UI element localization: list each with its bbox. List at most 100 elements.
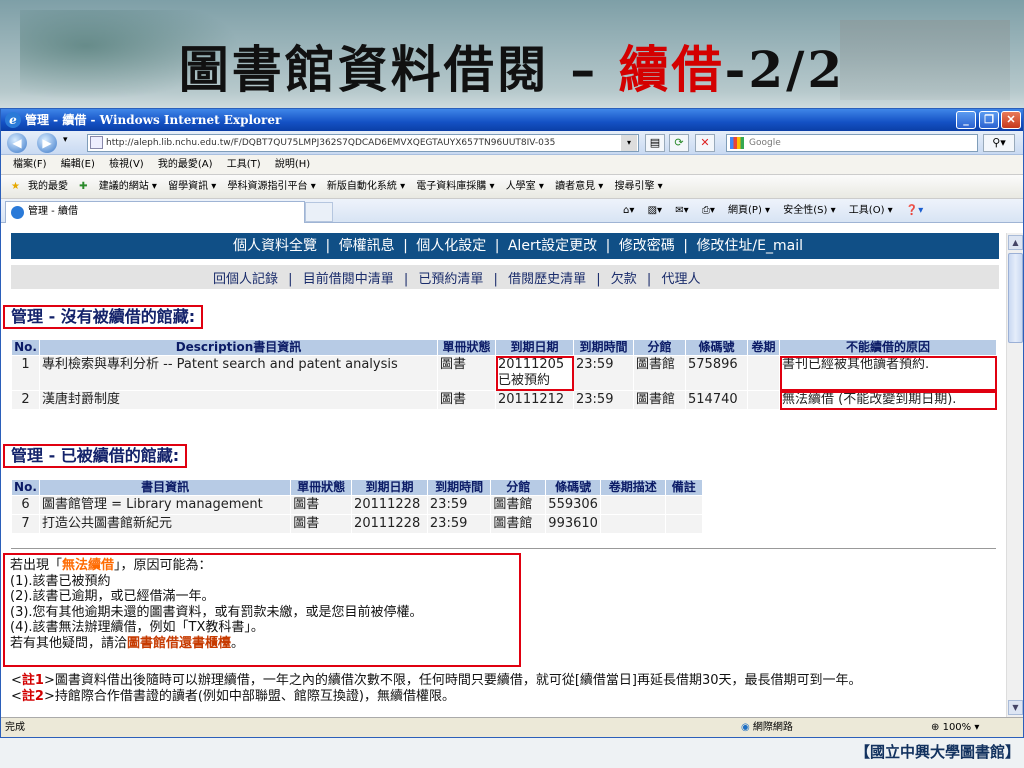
compat-view-icon[interactable]: ▤	[645, 134, 665, 152]
fav-study-abroad[interactable]: 留學資訊 ▾	[168, 181, 216, 192]
window-title: 管理 - 續借 - Windows Internet Explorer	[25, 113, 282, 127]
print-icon[interactable]: ⎙▾	[702, 205, 715, 216]
minimize-button[interactable]: _	[956, 111, 976, 129]
security-zone: ◉ 網際網路	[741, 718, 793, 737]
subnav-fines[interactable]: 欠款	[611, 272, 637, 287]
feeds-icon[interactable]: ▧▾	[648, 205, 662, 216]
stop-icon[interactable]: ✕	[695, 134, 715, 152]
menu-tools[interactable]: 工具(T)	[227, 159, 261, 170]
top-nav: 個人資料全覽 | 停權訊息 | 個人化設定 | Alert設定更改 | 修改密碼…	[11, 233, 999, 259]
nav-suspension[interactable]: 停權訊息	[339, 238, 395, 254]
cell-barcode: 575896	[685, 355, 748, 391]
fav-new-system[interactable]: 新版自動化系統 ▾	[327, 181, 405, 192]
help-icon[interactable]: ❓▾	[906, 205, 923, 216]
note-counter: 圖書館借還書櫃檯	[127, 635, 232, 651]
col-header: 到期日期	[495, 339, 574, 356]
page-menu[interactable]: 網頁(P) ▾	[728, 205, 770, 216]
subnav-holds[interactable]: 已預約清單	[418, 272, 483, 287]
renewed-table: No. 書目資訊 單冊狀態 到期日期 到期時間 分館 條碼號 卷期描述 備註 6…	[11, 479, 704, 534]
maximize-button[interactable]: ❐	[979, 111, 999, 129]
nav-alert[interactable]: Alert設定更改	[508, 238, 597, 254]
safety-menu[interactable]: 安全性(S) ▾	[783, 205, 835, 216]
menu-help[interactable]: 說明(H)	[275, 159, 310, 170]
cell-barcode: 993610	[545, 514, 601, 534]
back-button[interactable]: ◀	[7, 133, 27, 153]
fav-reader-opinions[interactable]: 讀者意見 ▾	[555, 181, 603, 192]
fav-suggested[interactable]: 建議的網站 ▾	[99, 181, 157, 192]
col-header: 到期時間	[573, 339, 634, 356]
favorites-button[interactable]: 我的最愛	[28, 181, 68, 192]
cell-due-highlight: 20111205 已被預約	[495, 355, 574, 391]
cell-title[interactable]: 專利檢索與專利分析 -- Patent search and patent an…	[39, 355, 438, 391]
note-text: 」，原因可能為：	[114, 558, 212, 573]
favorites-star-icon[interactable]: ★	[11, 181, 20, 192]
zoom-control[interactable]: ⊕ 100% ▾	[931, 718, 979, 737]
cell-title[interactable]: 圖書館管理 = Library management	[38, 495, 292, 515]
cell-volume	[599, 495, 666, 515]
nav-password[interactable]: 修改密碼	[619, 238, 675, 254]
subnav-record[interactable]: 回個人記錄	[213, 272, 278, 287]
table-header-row: No. 書目資訊 單冊狀態 到期日期 到期時間 分館 條碼號 卷期描述 備註	[11, 479, 704, 496]
fav-e-resources[interactable]: 電子資料庫採購 ▾	[416, 181, 494, 192]
address-bar[interactable]: http://aleph.lib.nchu.edu.tw/F/DQBT7QU75…	[87, 134, 639, 152]
cell-time: 23:59	[573, 390, 634, 410]
close-button[interactable]: ✕	[1001, 111, 1021, 129]
new-tab-button[interactable]	[305, 202, 333, 222]
search-placeholder: Google	[749, 138, 781, 148]
address-toolbar: ◀ ▶ ▾ http://aleph.lib.nchu.edu.tw/F/DQB…	[1, 131, 1023, 155]
tab-current[interactable]: 管理 - 續借	[5, 201, 305, 223]
add-favorite-icon[interactable]: ✚	[79, 181, 87, 192]
footnote-text: <	[11, 673, 22, 688]
subnav-sep: |	[493, 272, 498, 287]
history-dropdown-icon[interactable]: ▾	[63, 135, 68, 145]
subnav-proxy[interactable]: 代理人	[661, 272, 700, 287]
scroll-thumb[interactable]	[1008, 253, 1023, 343]
vertical-scrollbar[interactable]: ▲ ▼	[1006, 233, 1023, 717]
search-icon[interactable]: ⚲▾	[983, 134, 1015, 152]
tools-menu[interactable]: 工具(O) ▾	[849, 205, 893, 216]
cell-due: 20111212	[495, 390, 574, 410]
cell-note	[664, 514, 704, 534]
cell-title[interactable]: 漢唐封爵制度	[39, 390, 438, 410]
note-text: 。	[231, 635, 245, 651]
menu-favorites[interactable]: 我的最愛(A)	[158, 159, 213, 170]
col-header: 卷期	[747, 339, 780, 356]
cell-time: 23:59	[426, 514, 492, 534]
cell-due: 20111228	[351, 514, 428, 534]
footnote: <註1>圖書資料借出後隨時可以辦理續借，一年之內的續借次數不限，任何時間只要續借…	[11, 673, 991, 705]
nav-personalize[interactable]: 個人化設定	[416, 238, 486, 254]
home-icon[interactable]: ⌂▾	[623, 205, 634, 216]
footnote-text: <	[11, 689, 22, 704]
cell-title[interactable]: 打造公共圖書館新紀元	[38, 514, 292, 534]
cell-branch: 圖書館	[490, 495, 547, 515]
ie-logo-icon: e	[5, 112, 21, 128]
refresh-icon[interactable]: ⟳	[669, 134, 689, 152]
menu-view[interactable]: 檢視(V)	[109, 159, 144, 170]
note-line: (2).該書已逾期，或已經借滿一年。	[10, 589, 215, 604]
forward-button[interactable]: ▶	[37, 133, 57, 153]
menu-file[interactable]: 檔案(F)	[13, 159, 47, 170]
fav-subject-guide[interactable]: 學科資源指引平台 ▾	[228, 181, 316, 192]
nav-profile[interactable]: 個人資料全覽	[233, 238, 317, 254]
col-header: 到期時間	[426, 479, 492, 496]
slide-credit: 【國立中興大學圖書館】	[854, 743, 1020, 761]
search-input[interactable]: Google	[726, 134, 978, 152]
tab-ie-icon	[11, 206, 24, 219]
fav-reading-room[interactable]: 人學室 ▾	[506, 181, 544, 192]
menu-edit[interactable]: 編輯(E)	[61, 159, 95, 170]
scroll-up-icon[interactable]: ▲	[1008, 235, 1023, 250]
col-header: 分館	[633, 339, 686, 356]
subnav-history[interactable]: 借閱歷史清單	[508, 272, 586, 287]
note-keyword: 無法續借	[62, 558, 115, 573]
cell-status: 圖書	[437, 390, 496, 410]
fav-search-engine[interactable]: 搜尋引擎 ▾	[614, 181, 662, 192]
col-header: 單冊狀態	[437, 339, 496, 356]
mail-icon[interactable]: ✉▾	[675, 205, 688, 216]
address-dropdown-icon[interactable]: ▾	[621, 135, 637, 151]
subnav-sep: |	[596, 272, 601, 287]
google-icon	[730, 137, 744, 149]
nav-address[interactable]: 修改住址/E_mail	[696, 238, 803, 254]
subnav-sep: |	[403, 272, 409, 287]
subnav-loans[interactable]: 目前借閱中清單	[303, 272, 394, 287]
scroll-down-icon[interactable]: ▼	[1008, 700, 1023, 715]
